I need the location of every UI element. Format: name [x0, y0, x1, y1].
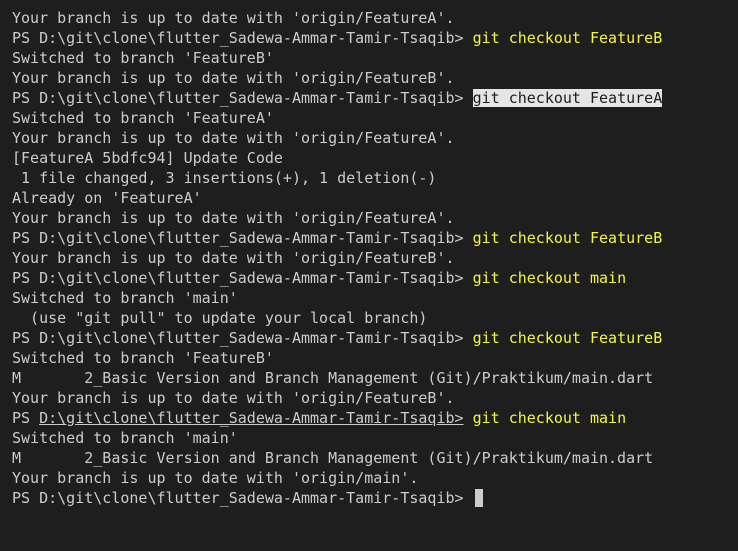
output-line: 1 file changed, 3 insertions(+), 1 delet… — [12, 169, 437, 187]
prompt-line: PS D:\git\clone\flutter_Sadewa-Ammar-Tam… — [12, 228, 738, 248]
output-line: Switched to branch 'FeatureA' — [12, 109, 274, 127]
output-line: Switched to branch 'main' — [12, 429, 238, 447]
prompt-path: PS D:\git\clone\flutter_Sadewa-Ammar-Tam… — [12, 269, 464, 287]
prompt-line: PS D:\git\clone\flutter_Sadewa-Ammar-Tam… — [12, 88, 738, 108]
output-line: (use "git pull" to update your local bra… — [12, 309, 428, 327]
output-line: Switched to branch 'FeatureB' — [12, 49, 274, 67]
prompt-path-link[interactable]: D:\git\clone\flutter_Sadewa-Ammar-Tamir-… — [39, 409, 463, 427]
output-line: Your branch is up to date with 'origin/F… — [12, 209, 455, 227]
output-line: Your branch is up to date with 'origin/F… — [12, 69, 455, 87]
prompt-path: PS D:\git\clone\flutter_Sadewa-Ammar-Tam… — [12, 489, 464, 507]
prompt-line: PS D:\git\clone\flutter_Sadewa-Ammar-Tam… — [12, 28, 738, 48]
prompt-path: PS D:\git\clone\flutter_Sadewa-Ammar-Tam… — [12, 329, 464, 347]
terminal-cursor[interactable] — [474, 489, 483, 507]
terminal-output[interactable]: Your branch is up to date with 'origin/F… — [0, 0, 738, 551]
output-line: Your branch is up to date with 'origin/m… — [12, 469, 419, 487]
output-line: M 2_Basic Version and Branch Management … — [12, 449, 654, 467]
command-text: git checkout main — [472, 409, 627, 427]
output-line: Your branch is up to date with 'origin/F… — [12, 9, 455, 27]
output-line: M 2_Basic Version and Branch Management … — [12, 369, 654, 387]
active-prompt-line: PS D:\git\clone\flutter_Sadewa-Ammar-Tam… — [12, 488, 738, 508]
command-text: git checkout FeatureB — [472, 229, 663, 247]
prompt-path: PS D:\git\clone\flutter_Sadewa-Ammar-Tam… — [12, 89, 464, 107]
command-text: git checkout FeatureB — [472, 329, 663, 347]
selected-command-text: git checkout FeatureA — [472, 89, 663, 107]
output-line: Your branch is up to date with 'origin/F… — [12, 129, 455, 147]
command-text: git checkout main — [472, 269, 627, 287]
prompt-line: PS D:\git\clone\flutter_Sadewa-Ammar-Tam… — [12, 268, 738, 288]
prompt-path: PS D:\git\clone\flutter_Sadewa-Ammar-Tam… — [12, 229, 464, 247]
prompt-path: PS D:\git\clone\flutter_Sadewa-Ammar-Tam… — [12, 29, 464, 47]
output-line: Switched to branch 'main' — [12, 289, 238, 307]
prompt-path[interactable]: PS D:\git\clone\flutter_Sadewa-Ammar-Tam… — [12, 409, 464, 427]
output-line: Switched to branch 'FeatureB' — [12, 349, 274, 367]
output-line: Your branch is up to date with 'origin/F… — [12, 249, 455, 267]
output-line: Already on 'FeatureA' — [12, 189, 202, 207]
command-text: git checkout FeatureB — [472, 29, 663, 47]
output-line: Your branch is up to date with 'origin/F… — [12, 389, 455, 407]
prompt-line: PS D:\git\clone\flutter_Sadewa-Ammar-Tam… — [12, 408, 738, 428]
output-line: [FeatureA 5bdfc94] Update Code — [12, 149, 283, 167]
prompt-line: PS D:\git\clone\flutter_Sadewa-Ammar-Tam… — [12, 328, 738, 348]
